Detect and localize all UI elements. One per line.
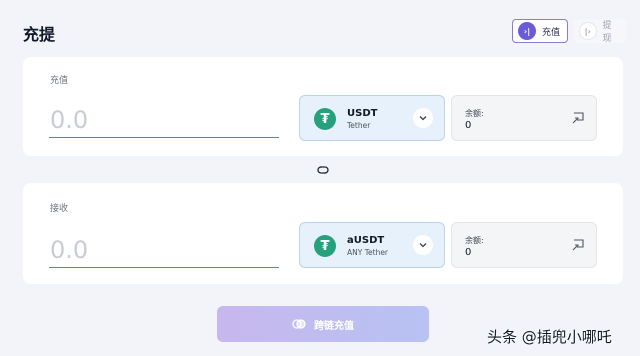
from-token-name: Tether [347,121,371,130]
to-amount-input[interactable] [49,232,279,268]
watermark: 头条 @插兜小哪吒 [487,328,612,346]
from-token-selector[interactable]: ₮ USDT Tether [299,95,445,141]
chevron-down-icon[interactable] [413,235,433,255]
from-card: 充值 ₮ USDT Tether 余额: 0 [23,57,623,156]
from-balance-box: 余额: 0 [451,95,597,141]
to-balance-value: 0 [465,247,472,258]
swap-icon[interactable] [316,163,330,177]
from-balance-value: 0 [465,120,472,131]
from-balance-label: 余额: [465,109,484,118]
bridge-icon [292,319,306,329]
to-token-selector[interactable]: ₮ aUSDT ANY Tether [299,222,445,268]
mode-switch: ›| 充值 |› 提现 [512,19,626,44]
max-icon[interactable] [571,111,585,125]
tether-icon: ₮ [314,108,336,130]
from-label: 充值 [50,76,69,86]
to-label: 接收 [50,204,69,214]
page-title: 充提 [23,25,56,44]
chevron-down-icon[interactable] [413,108,433,128]
tether-icon: ₮ [314,235,336,257]
deposit-icon: ›| [518,22,536,40]
to-balance-label: 余额: [465,236,484,245]
max-icon[interactable] [571,238,585,252]
to-token-name: ANY Tether [347,248,389,257]
cross-chain-deposit-button[interactable]: 跨链充值 [217,306,429,342]
to-card: 接收 ₮ aUSDT ANY Tether 余额: 0 [23,183,623,284]
deposit-mode-button[interactable]: ›| 充值 [512,19,568,43]
from-amount-input[interactable] [49,102,279,138]
deposit-mode-label: 充值 [542,27,561,38]
withdraw-icon: |› [579,22,597,40]
from-token-symbol: USDT [347,108,378,119]
withdraw-mode-label: 提现 [602,21,612,44]
submit-label: 跨链充值 [314,320,354,332]
to-token-symbol: aUSDT [347,235,385,246]
withdraw-mode-button[interactable]: |› 提现 [574,19,626,44]
to-balance-box: 余额: 0 [451,222,597,268]
